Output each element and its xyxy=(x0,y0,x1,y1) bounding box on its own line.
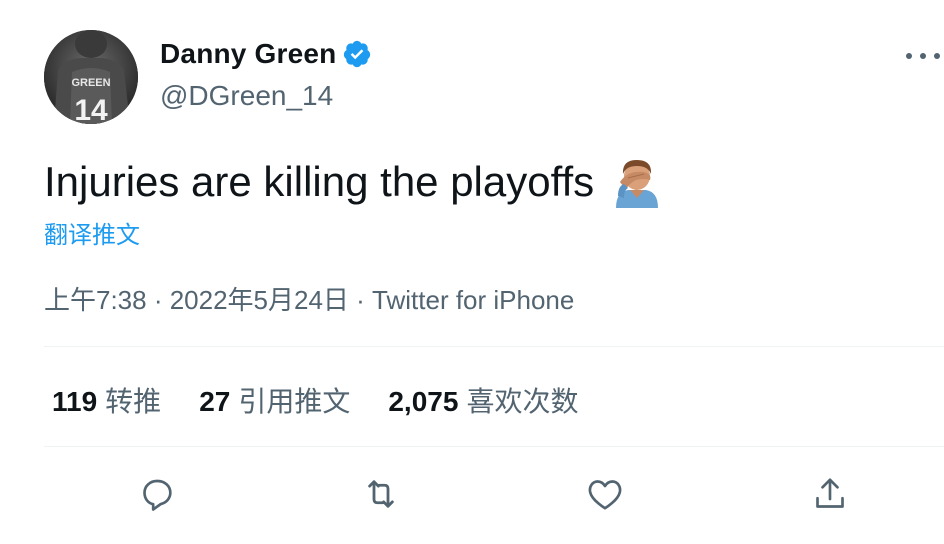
quote-tweets-stat[interactable]: 27 引用推文 xyxy=(199,380,350,420)
tweet-timestamp-source[interactable]: 上午7:38 · 2022年5月24日 · Twitter for iPhone xyxy=(44,280,574,317)
like-button[interactable] xyxy=(581,470,629,518)
reply-icon xyxy=(143,479,172,511)
retweets-stat[interactable]: 119 转推 xyxy=(52,380,161,420)
more-dot xyxy=(920,53,926,59)
retweets-count: 119 xyxy=(52,386,98,417)
quote-tweets-label: 引用推文 xyxy=(238,386,351,417)
more-dot xyxy=(934,53,940,59)
avatar[interactable]: GREEN 14 xyxy=(44,30,138,124)
retweet-button[interactable] xyxy=(357,470,405,518)
quote-tweets-count: 27 xyxy=(199,386,231,417)
avatar-jersey-number: 14 xyxy=(74,94,108,124)
likes-count: 2,075 xyxy=(388,386,459,417)
heart-icon xyxy=(588,480,622,510)
tweet-body: Injuries are killing the playoffs xyxy=(44,156,660,208)
tweet-actions xyxy=(0,470,944,520)
display-name[interactable]: Danny Green xyxy=(160,38,372,70)
facepalm-emoji xyxy=(614,156,660,208)
reply-button[interactable] xyxy=(133,470,181,518)
divider xyxy=(44,446,944,447)
user-handle[interactable]: @DGreen_14 xyxy=(160,80,333,112)
retweets-label: 转推 xyxy=(105,386,162,417)
share-icon xyxy=(816,478,844,508)
tweet-text: Injuries are killing the playoffs xyxy=(44,158,595,205)
translate-tweet-link[interactable]: 翻译推文 xyxy=(44,215,140,250)
tweet-card: GREEN 14 Danny Green @DGreen_14 Injuries… xyxy=(0,0,944,544)
retweet-icon xyxy=(368,480,394,508)
verified-badge-icon xyxy=(342,39,372,69)
divider xyxy=(44,346,944,347)
share-button[interactable] xyxy=(806,470,854,518)
more-dot xyxy=(906,53,912,59)
likes-stat[interactable]: 2,075 喜欢次数 xyxy=(388,380,578,420)
more-horizontal-icon[interactable] xyxy=(906,44,940,68)
tweet-stats: 119 转推 27 引用推文 2,075 喜欢次数 xyxy=(52,380,616,420)
likes-label: 喜欢次数 xyxy=(466,386,579,417)
display-name-text: Danny Green xyxy=(160,38,337,69)
avatar-jersey-name: GREEN xyxy=(71,77,110,89)
